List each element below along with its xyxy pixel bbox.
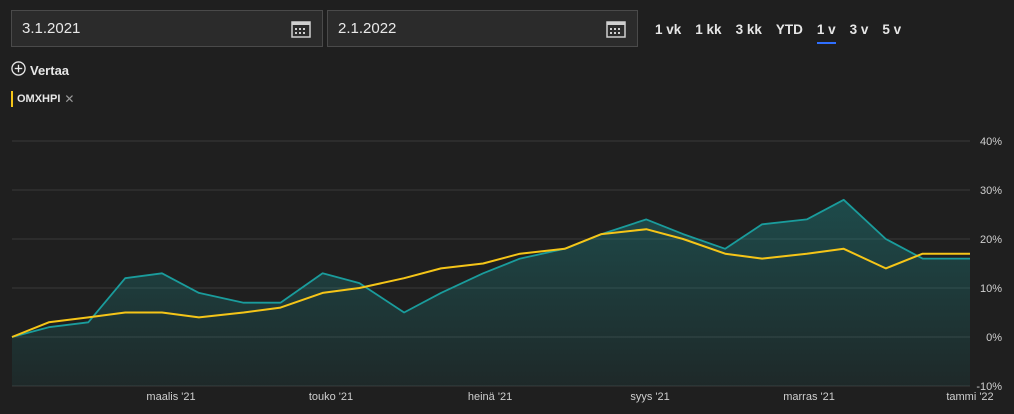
range-1-year[interactable]: 1 v xyxy=(816,22,836,44)
y-tick-label: 0% xyxy=(986,332,1002,344)
y-tick-label: 10% xyxy=(980,283,1002,295)
compare-button[interactable]: Vertaa xyxy=(11,61,69,79)
start-date-field[interactable]: 3.1.2021 xyxy=(11,10,323,47)
x-tick-label: touko '21 xyxy=(309,391,353,403)
end-date-value: 2.1.2022 xyxy=(338,20,397,37)
range-1-month[interactable]: 1 kk xyxy=(695,22,721,43)
series-tag-label: OMXHPI xyxy=(17,93,61,105)
calendar-icon[interactable] xyxy=(290,19,312,39)
start-date-value: 3.1.2021 xyxy=(22,20,81,37)
price-chart: 40%30%20%10%0%-10%maalis '21 touko '21 hei… xyxy=(11,136,1002,403)
range-3-years[interactable]: 3 v xyxy=(850,22,869,43)
x-tick-label: syys '21 xyxy=(630,391,669,403)
close-icon[interactable]: ✕ xyxy=(64,92,74,106)
range-ytd[interactable]: YTD xyxy=(776,22,803,43)
y-tick-label: 30% xyxy=(980,185,1002,197)
range-selector: 1 vk 1 kk 3 kk YTD 1 v 3 v 5 v xyxy=(655,22,915,44)
y-tick-label: 40% xyxy=(980,136,1002,148)
y-tick-label: 20% xyxy=(980,234,1002,246)
series-area xyxy=(12,199,970,386)
end-date-field[interactable]: 2.1.2022 xyxy=(327,10,638,47)
calendar-icon[interactable] xyxy=(605,19,627,39)
x-tick-label: maalis '21 xyxy=(146,391,195,403)
series-tag: OMXHPI ✕ xyxy=(11,91,74,107)
plus-circle-icon xyxy=(11,61,26,79)
series-color-marker xyxy=(11,91,13,107)
range-1-week[interactable]: 1 vk xyxy=(655,22,681,43)
range-5-years[interactable]: 5 v xyxy=(882,22,901,43)
x-tick-label: marras '21 xyxy=(783,391,835,403)
range-3-months[interactable]: 3 kk xyxy=(736,22,762,43)
x-tick-label: tammi '22 xyxy=(946,391,993,403)
x-tick-label: heinä '21 xyxy=(468,391,512,403)
compare-label: Vertaa xyxy=(30,62,70,78)
